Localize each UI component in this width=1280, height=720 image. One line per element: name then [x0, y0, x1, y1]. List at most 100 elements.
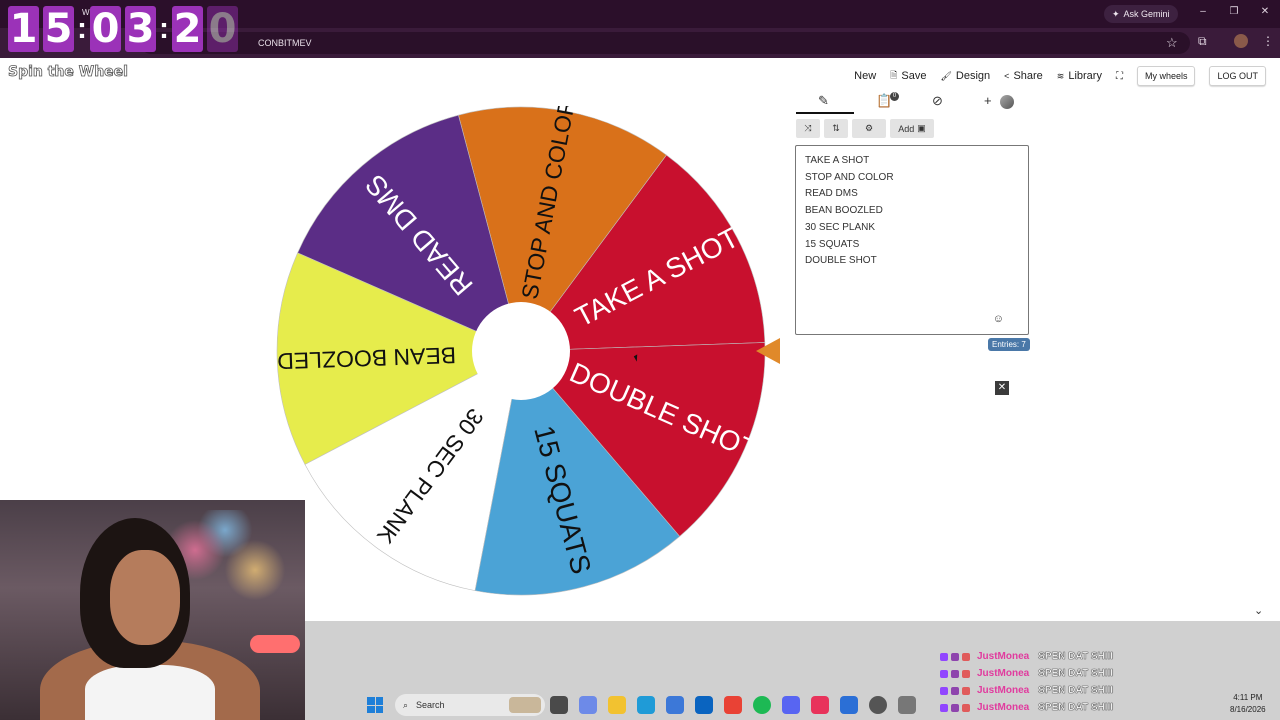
- my-wheels-button[interactable]: My wheels: [1136, 66, 1196, 86]
- entry-line[interactable]: BEAN BOOZLED: [805, 203, 1019, 220]
- minimize-icon[interactable]: –: [1196, 6, 1210, 17]
- share-icon: <: [1004, 71, 1010, 81]
- wheel-avatar[interactable]: [1000, 95, 1014, 109]
- clock-date: 8/16/2026: [1230, 705, 1266, 714]
- sort-icon: ⇅: [832, 123, 840, 133]
- wheel-pointer-icon: [756, 338, 780, 364]
- search-highlight-image: [509, 697, 541, 713]
- restore-icon[interactable]: ❐: [1227, 6, 1241, 17]
- shuffle-icon: ⤨: [804, 123, 812, 133]
- add-wheel-plus-icon[interactable]: +: [984, 93, 992, 108]
- twitch-icon: [940, 652, 948, 661]
- brand-logo[interactable]: Spin the Wheel: [8, 64, 129, 81]
- library-button[interactable]: ≋ Library: [1057, 70, 1102, 82]
- url-field[interactable]: CONBITMEV: [140, 32, 1190, 54]
- chrome-icon[interactable]: [724, 696, 742, 714]
- add-image-button[interactable]: Add ▣: [890, 119, 934, 138]
- tiktok-icon[interactable]: [811, 696, 829, 714]
- edge-icon[interactable]: [637, 696, 655, 714]
- design-label: Design: [955, 70, 991, 82]
- spotify-icon[interactable]: [753, 696, 771, 714]
- fullscreen-button[interactable]: ⛶: [1116, 71, 1123, 82]
- ask-gemini-label: Ask Gemini: [1123, 9, 1170, 19]
- layers-icon: ≋: [1056, 70, 1065, 81]
- countdown-colon: :: [159, 12, 169, 45]
- tool-icon[interactable]: [898, 696, 916, 714]
- bookmark-star-icon[interactable]: ☆: [1166, 35, 1178, 51]
- outlook-icon[interactable]: [695, 696, 713, 714]
- edit-tab-pencil-icon[interactable]: ✎: [818, 93, 829, 109]
- hide-tab-eye-off-icon[interactable]: ⊘: [932, 93, 943, 109]
- advanced-button[interactable]: ⚙: [852, 119, 886, 138]
- chat-username: JustMonea: [977, 651, 1030, 662]
- extensions-icon[interactable]: ⧉: [1198, 34, 1207, 49]
- headset-object: [250, 635, 300, 653]
- task-view-icon[interactable]: [550, 696, 568, 714]
- entry-line[interactable]: 15 SQUATS: [805, 237, 1019, 254]
- sparkle-icon: ✦: [1112, 8, 1120, 19]
- countdown-colon: :: [77, 12, 87, 45]
- countdown-timer: 1 5 : 0 3 : 2 0: [8, 6, 238, 52]
- windows-start-icon[interactable]: [367, 697, 383, 713]
- copilot-icon[interactable]: [579, 696, 597, 714]
- countdown-digit: 1: [8, 6, 39, 52]
- top-nav: New 🗎 Save 🖌 Design < Share ≋ Library ⛶ My w…: [854, 66, 1266, 86]
- url-text: CONBITMEV: [258, 38, 312, 48]
- gear-icon: ⚙: [864, 123, 874, 133]
- system-clock[interactable]: 4:11 PM 8/16/2026: [1230, 692, 1266, 716]
- chat-text: SPEN DAT SHIII: [1038, 668, 1114, 679]
- active-tab-indicator: [796, 112, 854, 114]
- spin-wheel[interactable]: TAKE A SHOT STOP AND COLOR READ DMS BEAN BO…: [276, 96, 766, 596]
- countdown-digit: 2: [172, 6, 203, 52]
- entry-line[interactable]: STOP AND COLOR: [805, 170, 1019, 187]
- ask-gemini-button[interactable]: ✦ Ask Gemini: [1104, 5, 1178, 23]
- file-explorer-icon[interactable]: [608, 696, 626, 714]
- search-label: Search: [416, 700, 445, 710]
- chat-message: JustMonea SPEN DAT SHIII: [940, 648, 1113, 665]
- store-icon[interactable]: [666, 696, 684, 714]
- entry-line[interactable]: READ DMS: [805, 186, 1019, 203]
- new-button[interactable]: New: [854, 70, 876, 82]
- twitch-icon: [940, 669, 948, 678]
- entry-line[interactable]: DOUBLE SHOT: [805, 253, 1019, 270]
- brush-icon: 🖌: [940, 70, 952, 81]
- image-icon: ▣: [917, 123, 926, 133]
- taskbar-search[interactable]: ⌕ Search: [395, 694, 545, 716]
- chevron-down-icon[interactable]: ⌄: [1254, 604, 1263, 617]
- wheel-hub[interactable]: [472, 302, 570, 400]
- new-label: New: [854, 70, 877, 82]
- library-label: Library: [1068, 70, 1102, 82]
- wheel-graphic[interactable]: TAKE A SHOTSTOP AND COLORREAD DMSBEAN BO…: [276, 96, 766, 596]
- countdown-digit: 0: [207, 6, 238, 52]
- entry-line[interactable]: TAKE A SHOT: [805, 153, 1019, 170]
- discord-icon[interactable]: [782, 696, 800, 714]
- obs-icon[interactable]: [869, 696, 887, 714]
- add-image-label: Add: [898, 123, 915, 134]
- chat-text: SPEN DAT SHIII: [1038, 651, 1114, 662]
- logout-button[interactable]: LOG OUT: [1209, 66, 1266, 86]
- entries-textarea[interactable]: TAKE A SHOT STOP AND COLOR READ DMS BEAN…: [795, 145, 1029, 335]
- share-button[interactable]: < Share: [1004, 70, 1043, 82]
- countdown-digit: 5: [43, 6, 74, 52]
- profile-avatar[interactable]: [1234, 34, 1248, 48]
- close-ad-icon[interactable]: ✕: [995, 381, 1009, 395]
- share-label: Share: [1013, 70, 1043, 82]
- entries-toolbar: ⤨ ⇅ ⚙ Add ▣: [796, 119, 934, 138]
- emoji-picker-icon[interactable]: ☺: [993, 313, 1004, 325]
- heart-icon: [962, 652, 970, 661]
- app-icon[interactable]: [840, 696, 858, 714]
- windows-taskbar: ⌕ Search 4:11 PM 8/16/2026: [305, 690, 1280, 720]
- heart-icon: [962, 669, 970, 678]
- shuffle-button[interactable]: ⤨: [796, 119, 820, 138]
- design-button[interactable]: 🖌 Design: [940, 70, 990, 82]
- panel-tabs: ✎ 📋 0 ⊘ +: [796, 90, 1030, 114]
- streamer-face: [110, 550, 180, 645]
- save-button[interactable]: 🗎 Save: [890, 68, 926, 84]
- results-count-badge: 0: [890, 92, 899, 101]
- close-window-icon[interactable]: ✕: [1258, 6, 1272, 17]
- sort-button[interactable]: ⇅: [824, 119, 848, 138]
- entry-line[interactable]: 30 SEC PLANK: [805, 220, 1019, 237]
- browser-menu-icon[interactable]: ⋮: [1262, 34, 1274, 48]
- fullscreen-icon: ⛶: [1115, 70, 1123, 82]
- badge-icon: [951, 652, 959, 661]
